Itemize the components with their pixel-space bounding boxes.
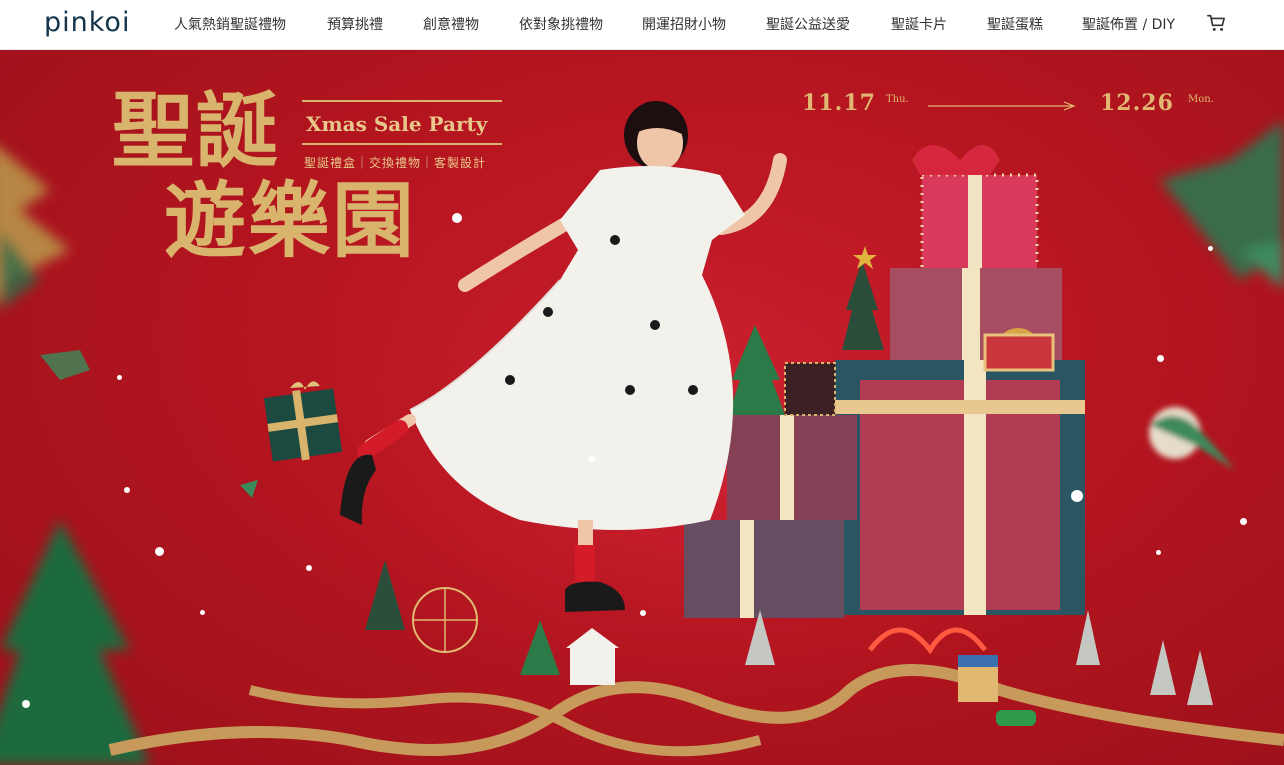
pinkoi-logo[interactable]: pinkoi <box>44 7 130 38</box>
snowflake <box>155 547 164 556</box>
title-divider-bottom <box>302 143 502 145</box>
snowflake <box>200 610 205 615</box>
christmas-hero-banner[interactable]: 聖誕 遊樂園 Xmas Sale Party 聖誕禮盒｜交換禮物｜客製設計 11… <box>0 50 1284 765</box>
nav-item-christmas-cards[interactable]: 聖誕卡片 <box>891 14 947 34</box>
snowflake <box>1157 355 1164 362</box>
start-day: Thu. <box>886 94 909 105</box>
blurred-branch-right <box>1160 120 1284 290</box>
end-day: Mon. <box>1188 94 1214 105</box>
end-date: 12.26 <box>1100 90 1174 116</box>
toy-house-white <box>570 645 615 685</box>
nav-item-charity[interactable]: 聖誕公益送愛 <box>766 14 850 34</box>
track-tree-6 <box>1187 650 1213 705</box>
nav-item-lucky-charms[interactable]: 開運招財小物 <box>642 14 726 34</box>
snowflake <box>452 213 462 223</box>
hero-subtitle-en: Xmas Sale Party <box>306 112 488 136</box>
snowflake <box>124 487 130 493</box>
track-tree-4 <box>1076 610 1100 665</box>
snowflake <box>640 610 646 616</box>
wreath-ornament <box>1149 407 1235 470</box>
nav-item-decor-diy[interactable]: 聖誕佈置 / DIY <box>1082 14 1175 34</box>
nav-item-creative-gifts[interactable]: 創意禮物 <box>423 14 479 34</box>
title-divider-top <box>302 100 502 102</box>
nav-item-gifts-by-recipient[interactable]: 依對象挑禮物 <box>519 14 603 34</box>
snowflake <box>1208 246 1213 251</box>
snowflake <box>588 455 595 462</box>
snowflake <box>1240 518 1247 525</box>
hero-title-line1: 聖誕 <box>112 83 281 179</box>
ornament-left <box>40 350 90 380</box>
nav-item-popular-gifts[interactable]: 人氣熱銷聖誕禮物 <box>174 14 286 34</box>
date-range-arrow-icon <box>928 101 1076 111</box>
blurred-tree-bottom-left <box>0 520 150 765</box>
snowflake <box>1156 550 1161 555</box>
track-tree-5 <box>1150 640 1176 695</box>
snowflake <box>117 375 122 380</box>
nav-item-budget-gifts[interactable]: 預算挑禮 <box>327 14 383 34</box>
snowflake <box>1071 490 1083 502</box>
hero-title-line2: 遊樂園 <box>164 173 417 269</box>
snowflake <box>22 700 30 708</box>
top-navigation: pinkoi 人氣熱銷聖誕禮物 預算挑禮 創意禮物 依對象挑禮物 開運招財小物 … <box>0 0 1284 50</box>
blurred-branch-left <box>0 148 70 310</box>
toy-house-blue <box>958 662 998 702</box>
nav-item-christmas-cakes[interactable]: 聖誕蛋糕 <box>987 14 1043 34</box>
start-date: 11.17 <box>802 90 876 116</box>
shopping-cart-icon[interactable] <box>1206 12 1228 34</box>
snowflake <box>306 565 312 571</box>
hero-tags: 聖誕禮盒｜交換禮物｜客製設計 <box>304 156 487 170</box>
toy-car-green <box>996 710 1036 726</box>
